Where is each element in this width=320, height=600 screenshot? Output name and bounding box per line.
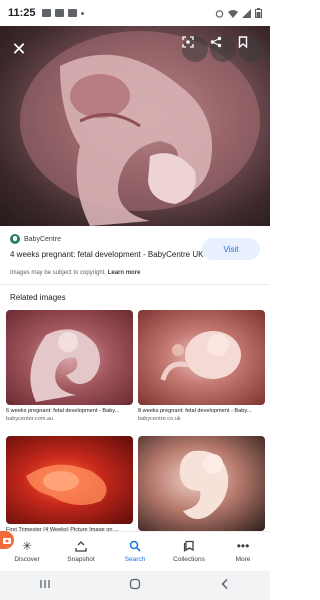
related-image-item[interactable]	[138, 436, 265, 531]
share-icon[interactable]	[210, 36, 236, 62]
related-image-thumbnail[interactable]	[6, 436, 133, 524]
home-icon[interactable]	[120, 578, 150, 593]
related-image-thumbnail[interactable]	[138, 436, 265, 531]
related-image-item[interactable]: 6 weeks pregnant: fetal development - Ba…	[6, 310, 133, 422]
nav-label: Snapshot	[67, 556, 95, 563]
bottom-navigation: ✳ Discover Snapshot Search Collections •…	[0, 531, 270, 571]
related-image-caption: 6 weeks pregnant: fetal development - Ba…	[6, 408, 120, 414]
visit-button[interactable]: Visit	[202, 238, 260, 260]
snapshot-icon	[75, 540, 87, 553]
related-image-item[interactable]: First Trimester (4 Weeks) Picture Image …	[6, 436, 133, 533]
learn-more-link[interactable]: Learn more	[108, 270, 141, 276]
more-icon: •••	[236, 539, 250, 553]
status-time: 11:25	[8, 7, 36, 19]
related-images-heading: Related images	[10, 293, 66, 302]
search-icon	[129, 540, 141, 553]
hero-image[interactable]: ✕	[0, 26, 270, 226]
recent-apps-icon[interactable]	[30, 578, 60, 593]
mail-notification-icon	[54, 9, 64, 17]
nav-label: Discover	[14, 556, 40, 563]
system-icons	[215, 8, 262, 18]
lens-icon[interactable]	[182, 36, 208, 62]
related-image-thumbnail[interactable]	[6, 310, 133, 405]
nav-search[interactable]: Search	[108, 532, 162, 571]
system-navigation-bar	[0, 571, 270, 600]
notification-icons	[41, 9, 84, 17]
related-image-source: babycenter.com.au	[6, 416, 54, 422]
asterisk-icon: ✳	[21, 539, 33, 553]
wifi-icon	[228, 9, 238, 18]
back-icon[interactable]	[210, 578, 240, 593]
babycentre-favicon-icon	[10, 234, 20, 244]
collections-icon	[183, 540, 195, 553]
nav-label: Search	[124, 556, 146, 563]
alarm-icon	[215, 9, 224, 18]
related-image-source: babycentre.co.uk	[138, 416, 181, 422]
nav-collections[interactable]: Collections	[162, 532, 216, 571]
video-notification-icon	[67, 9, 77, 17]
source-name: BabyCentre	[24, 235, 61, 243]
divider	[0, 284, 270, 285]
related-image-thumbnail[interactable]	[138, 310, 265, 405]
related-image-caption: 8 weeks pregnant: fetal development - Ba…	[138, 408, 252, 414]
battery-icon	[255, 8, 262, 18]
image-notification-icon	[41, 9, 51, 17]
nav-snapshot[interactable]: Snapshot	[54, 532, 108, 571]
source-panel: BabyCentre 4 weeks pregnant: fetal devel…	[0, 226, 270, 286]
status-bar: 11:25	[0, 0, 270, 26]
signal-icon	[242, 8, 251, 18]
nav-more[interactable]: ••• More	[216, 532, 270, 571]
copyright-text: Images may be subject to copyright.	[10, 270, 107, 276]
bookmark-icon[interactable]	[238, 36, 264, 62]
close-icon[interactable]: ✕	[6, 36, 32, 62]
related-image-item[interactable]: 8 weeks pregnant: fetal development - Ba…	[138, 310, 265, 422]
more-notifications-icon	[80, 11, 84, 15]
nav-label: Collections	[173, 556, 205, 563]
copyright-notice: Images may be subject to copyright. Lear…	[10, 270, 140, 276]
nav-label: More	[235, 556, 251, 563]
